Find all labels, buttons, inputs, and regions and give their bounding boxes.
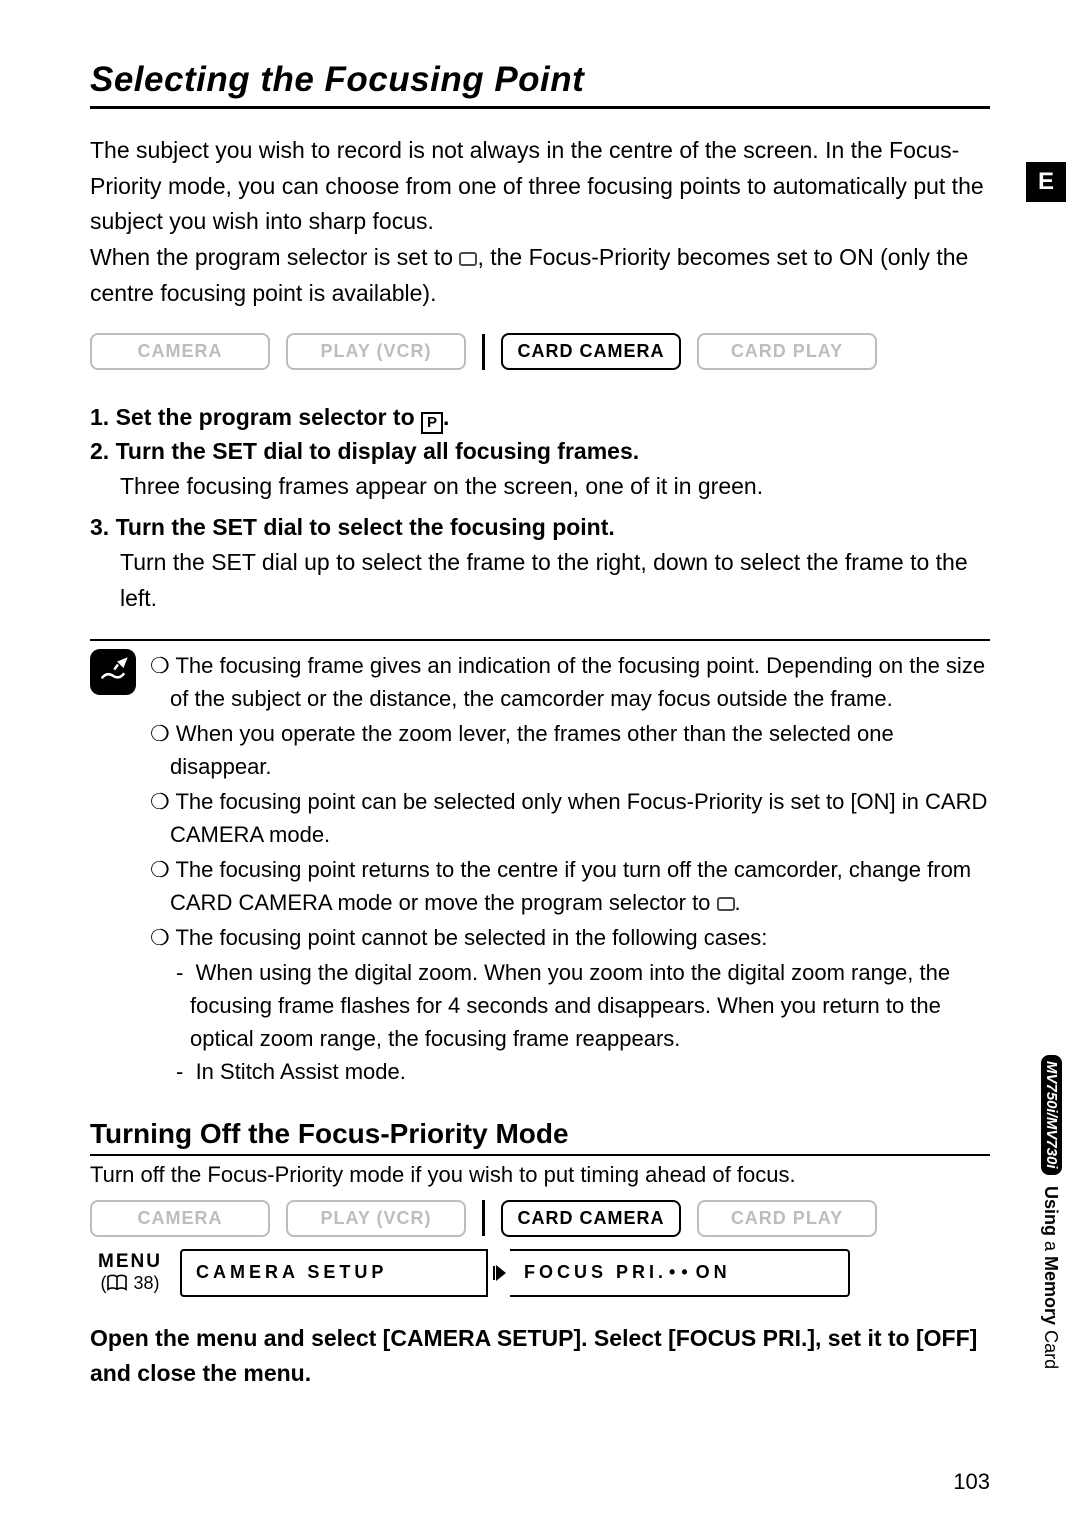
mode-camera-2: CAMERA [90, 1200, 270, 1237]
menu-box-camera-setup: CAMERA SETUP [180, 1249, 490, 1297]
note-5b-text: In Stitch Assist mode. [196, 1059, 406, 1084]
mode-play-vcr: PLAY (VCR) [286, 333, 466, 370]
step-2-body: Three focusing frames appear on the scre… [90, 469, 990, 505]
menu-item-name: FOCUS PRI. [524, 1262, 667, 1283]
menu-item-value: ON [696, 1262, 731, 1283]
menu-word: MENU [90, 1251, 170, 1273]
mode-separator [482, 334, 485, 370]
note-3-text: The focusing point can be selected only … [170, 789, 987, 847]
auto-mode-icon-2 [717, 897, 735, 911]
notes-list: ❍ The focusing frame gives an indication… [150, 649, 990, 1088]
note-item-4: ❍ The focusing point returns to the cent… [150, 853, 990, 919]
intro-p1: The subject you wish to record is not al… [90, 137, 984, 234]
note-4-text-a: The focusing point returns to the centre… [170, 857, 971, 915]
note-4-text-b: . [735, 890, 741, 915]
language-tab: E [1026, 162, 1066, 202]
note-1-text: The focusing frame gives an indication o… [170, 653, 985, 711]
intro-p2a: When the program selector is set to [90, 244, 459, 270]
step-2-head: 2. Turn the SET dial to display all focu… [90, 438, 990, 465]
step-1-text: 1. Set the program selector to [90, 404, 421, 430]
auto-mode-icon [459, 252, 477, 266]
side-section-bold2: Memory [1041, 1256, 1061, 1325]
note-5-text: The focusing point cannot be selected in… [175, 925, 767, 950]
page-number: 103 [953, 1469, 990, 1495]
model-badge: MV750i/MV730i [1041, 1055, 1062, 1175]
side-section-mid: a [1041, 1236, 1061, 1256]
mode-card-play-2: CARD PLAY [697, 1200, 877, 1237]
side-section-text: Using a Memory Card [1041, 1186, 1061, 1369]
step-1-end: . [443, 404, 449, 430]
page-title: Selecting the Focusing Point [90, 60, 990, 109]
note-5a-text: When using the digital zoom. When you zo… [190, 960, 950, 1051]
mode-separator-2 [482, 1200, 485, 1236]
note-item-2: ❍ When you operate the zoom lever, the f… [150, 717, 990, 783]
intro-text: The subject you wish to record is not al… [90, 133, 990, 311]
mode-card-camera-2: CARD CAMERA [501, 1200, 681, 1237]
mode-camera: CAMERA [90, 333, 270, 370]
side-section-end: Card [1041, 1325, 1061, 1369]
side-section-bold1: Using [1041, 1186, 1061, 1236]
step-3-head: 3. Turn the SET dial to select the focus… [90, 514, 990, 541]
note-2-text: When you operate the zoom lever, the fra… [170, 721, 894, 779]
mode-card-play: CARD PLAY [697, 333, 877, 370]
menu-page-ref: ( 38) [90, 1273, 170, 1294]
final-instruction: Open the menu and select [CAMERA SETUP].… [90, 1321, 990, 1392]
book-icon [106, 1274, 128, 1292]
steps-list: 1. Set the program selector to P. 2. Tur… [90, 404, 990, 616]
notes-section: ❍ The focusing frame gives an indication… [90, 631, 990, 1088]
mode-play-vcr-2: PLAY (VCR) [286, 1200, 466, 1237]
arrow-icon [486, 1249, 512, 1297]
note-item-1: ❍ The focusing frame gives an indication… [150, 649, 990, 715]
subheading: Turning Off the Focus-Priority Mode [90, 1118, 990, 1156]
menu-ref-num: 38 [133, 1273, 153, 1293]
menu-box-focus-pri: FOCUS PRI. ON [510, 1249, 850, 1297]
note-icon [90, 649, 136, 695]
mode-selector-row-2: CAMERA PLAY (VCR) CARD CAMERA CARD PLAY [90, 1200, 990, 1237]
note-5-sub-a: - When using the digital zoom. When you … [150, 956, 990, 1055]
side-section-label: MV750i/MV730i Using a Memory Card [1040, 1055, 1062, 1369]
menu-dots [667, 1262, 696, 1283]
note-item-3: ❍ The focusing point can be selected onl… [150, 785, 990, 851]
sub-intro: Turn off the Focus-Priority mode if you … [90, 1162, 990, 1188]
menu-label: MENU ( 38) [90, 1251, 170, 1294]
note-item-5: ❍ The focusing point cannot be selected … [150, 921, 990, 954]
menu-path-row: MENU ( 38) CAMERA SETUP FOCUS PRI. ON [90, 1249, 990, 1297]
p-mode-icon: P [421, 412, 443, 434]
note-5-sub-b: - In Stitch Assist mode. [150, 1055, 990, 1088]
mode-card-camera: CARD CAMERA [501, 333, 681, 370]
mode-selector-row: CAMERA PLAY (VCR) CARD CAMERA CARD PLAY [90, 333, 990, 370]
step-3-body: Turn the SET dial up to select the frame… [90, 545, 990, 616]
step-1-head: 1. Set the program selector to P. [90, 404, 990, 434]
